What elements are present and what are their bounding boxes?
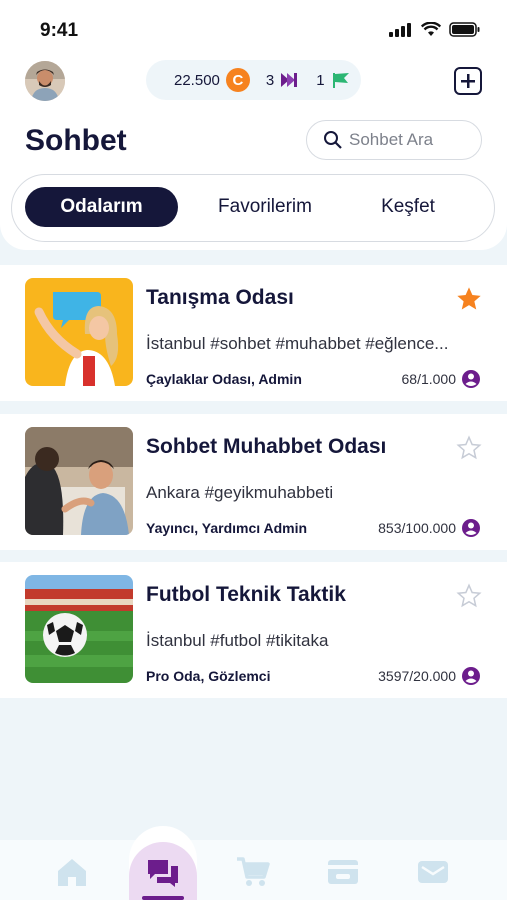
tab-odalarim[interactable]: Odalarım: [25, 187, 178, 227]
coin-icon: C: [225, 68, 250, 92]
home-icon[interactable]: [55, 855, 89, 889]
room-role: Yayıncı, Yardımcı Admin: [146, 520, 308, 536]
chat-icon[interactable]: [146, 857, 180, 891]
search-input[interactable]: Sohbet Ara: [306, 120, 482, 160]
status-time: 9:41: [40, 20, 79, 41]
search-icon: [324, 131, 342, 149]
room-image: [25, 278, 133, 386]
avatar[interactable]: [25, 61, 65, 101]
tab-bar: Odalarım Favorilerim Keşfet: [11, 174, 495, 242]
member-count: 68/1.000: [401, 371, 457, 387]
star-outline-icon[interactable]: [455, 434, 483, 462]
room-description: Ankara #geyikmuhabbeti: [146, 483, 334, 502]
add-room-button[interactable]: [454, 67, 482, 95]
status-icons: [389, 22, 481, 37]
plus-icon: [461, 74, 475, 88]
tab-kesfet[interactable]: Keşfet: [352, 187, 464, 227]
room-title: Sohbet Muhabbet Odası: [146, 435, 387, 458]
wallet-icon[interactable]: [326, 855, 360, 889]
star-filled-icon[interactable]: [455, 285, 483, 313]
star-outline-icon[interactable]: [455, 582, 483, 610]
room-card[interactable]: Tanışma Odası İstanbul #sohbet #muhabbet…: [0, 265, 507, 401]
search-placeholder: Sohbet Ara: [349, 130, 434, 149]
nav-active-indicator: [142, 896, 184, 900]
user-circle-icon: [462, 370, 480, 388]
mail-icon[interactable]: [416, 855, 450, 889]
cart-icon[interactable]: [236, 855, 270, 889]
user-circle-icon: [462, 667, 480, 685]
room-role: Pro Oda, Gözlemci: [146, 668, 271, 684]
room-description: İstanbul #futbol #tikitaka: [146, 631, 329, 650]
tab-favorilerim[interactable]: Favorilerim: [192, 187, 338, 227]
room-photo-icon: [25, 278, 133, 386]
room-description: İstanbul #sohbet #muhabbet #eğlence...: [146, 334, 449, 353]
stats-pill[interactable]: 22.500 C 3 1: [146, 60, 361, 100]
room-image: [25, 575, 133, 683]
room-title: Tanışma Odası: [146, 286, 294, 309]
battery-icon: [449, 22, 480, 37]
signal-icon: [389, 22, 411, 37]
flag-icon: [332, 73, 349, 88]
ticket-count: 3: [265, 71, 275, 89]
flag-count: 1: [316, 71, 325, 89]
room-members: 3597/20.000: [378, 666, 481, 686]
room-role: Çaylaklar Odası, Admin: [146, 371, 302, 387]
room-members: 853/100.000: [378, 518, 481, 538]
member-count: 3597/20.000: [378, 668, 456, 684]
ticket-icon: [281, 73, 298, 87]
coin-count: 22.500: [174, 71, 220, 89]
wifi-icon: [421, 22, 441, 36]
room-image: [25, 427, 133, 535]
member-count: 853/100.000: [378, 520, 456, 536]
room-title: Futbol Teknik Taktik: [146, 583, 346, 606]
room-card[interactable]: Futbol Teknik Taktik İstanbul #futbol #t…: [0, 562, 507, 698]
room-card[interactable]: Sohbet Muhabbet Odası Ankara #geyikmuhab…: [0, 414, 507, 550]
room-photo-icon: [25, 427, 133, 535]
user-photo-icon: [25, 61, 65, 101]
room-photo-icon: [25, 575, 133, 683]
page-title: Sohbet: [25, 124, 127, 157]
room-members: 68/1.000: [402, 369, 482, 389]
user-circle-icon: [462, 519, 480, 537]
